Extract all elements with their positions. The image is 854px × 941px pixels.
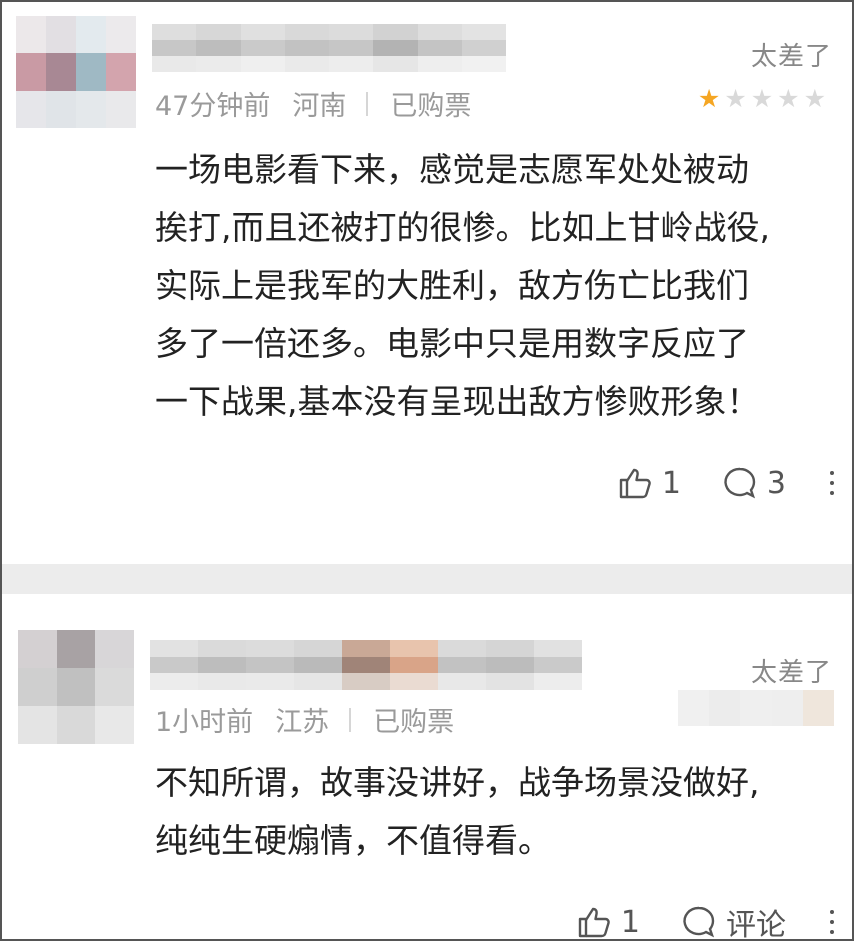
star-icon: ★ — [697, 84, 725, 113]
username[interactable] — [150, 640, 582, 690]
star-icon: ★ — [777, 84, 804, 113]
username[interactable] — [152, 24, 506, 72]
like-count: 1 — [661, 465, 681, 501]
reply-label: 评论 — [726, 908, 786, 941]
comment-text: 一场电影看下来，感觉是志愿军处处被动 挨打,而且还被打的很惨。比如上甘岭战役, … — [155, 150, 770, 421]
comment-feed: 太差了 47分钟前 河南 已购票 ★★★★★ 一场电影看下来，感觉是志愿军处处被… — [0, 0, 854, 941]
location: 河南 — [292, 91, 347, 122]
speech-bubble-icon — [683, 906, 715, 938]
speech-bubble-icon — [724, 467, 756, 499]
card-separator — [2, 564, 852, 594]
post-time: 1小时前 — [155, 707, 254, 738]
avatar[interactable] — [16, 16, 136, 128]
avatar[interactable] — [18, 630, 134, 744]
comment-text: 不知所谓，故事没讲好，战争场景没做好, 纯纯生硬煽情，不值得看。 — [155, 763, 760, 860]
post-time: 47分钟前 — [155, 91, 271, 122]
comment-card: 太差了 1小时前 江苏 已购票 不知所谓，故事没讲好，战争场景没做好, 纯纯生硬… — [2, 594, 852, 939]
reply-button[interactable]: 3 — [721, 464, 786, 502]
reply-button[interactable]: 评论 — [680, 900, 786, 941]
purchase-badge: 已购票 — [390, 91, 472, 122]
more-options-icon[interactable] — [830, 910, 834, 934]
comment-meta: 47分钟前 河南 已购票 — [155, 84, 471, 123]
star-icon: ★ — [724, 84, 751, 113]
comment-card: 太差了 47分钟前 河南 已购票 ★★★★★ 一场电影看下来，感觉是志愿军处处被… — [2, 2, 852, 564]
like-button[interactable]: 1 — [616, 464, 681, 502]
divider — [349, 707, 352, 732]
like-button[interactable]: 1 — [575, 903, 640, 940]
star-icon: ★ — [750, 84, 778, 113]
comment-meta: 1小时前 江苏 已购票 — [155, 700, 454, 739]
star-icon: ★ — [803, 84, 830, 113]
more-options-icon[interactable] — [830, 471, 834, 495]
like-count: 1 — [620, 904, 640, 940]
rating-label: 太差了 — [750, 42, 832, 72]
reply-count: 3 — [766, 465, 786, 501]
thumbs-up-icon — [578, 907, 610, 938]
location: 江苏 — [275, 707, 330, 738]
purchase-badge: 已购票 — [373, 707, 455, 738]
comment-actions: 1 评论 — [535, 900, 834, 941]
divider — [366, 91, 369, 116]
star-rating: ★★★★★ — [698, 84, 830, 113]
comment-actions: 1 3 — [576, 464, 834, 502]
rating-label: 太差了 — [750, 658, 832, 688]
star-rating — [678, 690, 834, 726]
thumbs-up-icon — [619, 468, 651, 499]
